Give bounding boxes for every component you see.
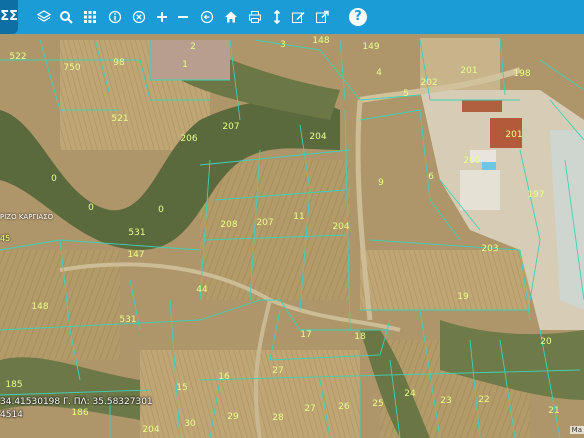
parcel-label: 21 [548,406,559,416]
parcel-label: 531 [119,315,136,325]
parcel-label: 28 [272,413,284,423]
parcel-label: 16 [218,372,230,382]
print-icon[interactable] [246,8,264,26]
parcel-label: 202 [420,78,437,88]
parcel-label: 207 [256,218,273,228]
parcel-label: 185 [5,380,22,390]
parcel-label: 521 [111,114,128,124]
parcel-label: 17 [300,330,311,340]
parcel-label: 203 [481,244,498,254]
parcel-label: 2 [190,42,196,52]
parcel-label: 5 [403,89,409,99]
parcel-label: 3 [280,40,286,50]
parcel-label: 23 [440,396,451,406]
parcel-label: 30 [184,419,196,429]
parcel-label: 0 [158,205,164,215]
brand-logo[interactable]: ΣΣ [0,0,18,34]
parcel-label: 201 [505,130,522,140]
parcel-label: 27 [272,366,283,376]
parcel-label: 18 [354,332,366,342]
parcel-label: 197 [527,190,544,200]
parcel-label: 27 [304,404,315,414]
parcel-label: 149 [362,42,379,52]
help-icon[interactable]: ? [349,8,367,26]
toolbar: ΣΣ ? [0,0,584,34]
parcel-label: 4 [376,68,382,78]
parcel-label: 204 [309,132,326,142]
parcel-label: 201 [460,66,477,76]
parcel-label: 44 [196,285,208,295]
coordinates-readout: 34.41530198 Γ. ΠΛ: 35.58327301 [0,397,153,407]
parcel-label: 206 [180,134,197,144]
info-icon[interactable] [106,8,124,26]
parcel-label: 11 [293,212,304,222]
parcel-label: 20 [540,337,552,347]
coordinates-readout-secondary: 4514 [0,410,23,420]
clear-icon[interactable] [130,8,148,26]
toponym-name: ΡΙΖΟ ΚΑΡΓΙΑΣΟ [0,213,54,221]
parcel-label: 207 [222,122,239,132]
parcel-label: 19 [457,292,469,302]
parcel-label: 0 [51,174,57,184]
parcel-label: 200 [463,156,480,166]
parcel-label: 98 [113,58,125,68]
map-attribution[interactable]: Ma [569,426,584,434]
home-icon[interactable] [222,8,240,26]
parcel-label: 29 [227,412,239,422]
parcel-label: 1 [182,60,188,70]
parcel-label: 24 [404,389,416,399]
parcel-label: 15 [176,383,187,393]
parcel-label: 148 [312,36,329,46]
parcel-label: 9 [378,178,384,188]
grid-icon[interactable] [81,8,99,26]
parcel-label: 531 [128,228,145,238]
parcel-label: 147 [127,250,144,260]
parcel-label: 522 [9,52,26,62]
parcel-label: 26 [338,402,350,412]
parcel-label: 25 [372,399,383,409]
parcel-label: 0 [88,203,94,213]
search-icon[interactable] [57,8,75,26]
back-icon[interactable] [198,8,216,26]
layers-icon[interactable] [35,8,53,26]
parcel-label: 204 [332,222,349,232]
parcel-label: 204 [142,425,159,435]
parcel-label: 22 [478,395,489,405]
zoom-in-icon[interactable] [153,8,171,26]
parcel-label: 148 [31,302,48,312]
parcel-label: 186 [71,408,88,418]
parcel-label: 208 [220,220,237,230]
parcel-label: 6 [428,172,434,182]
satellite-map[interactable]: 2 3 149 148 4 522 750 98 1 201 198 5 202… [0,0,584,438]
parcel-label: 750 [63,63,80,73]
toponym-label: ΡΙΖΟ ΚΑΡΓΙΑΣΟ [0,213,53,221]
toponym-parcel-number: 45 [0,234,11,243]
measure-icon[interactable] [268,8,286,26]
zoom-out-icon[interactable] [174,8,192,26]
parcel-label: 198 [513,69,530,79]
edit-icon[interactable] [289,8,307,26]
external-link-icon[interactable] [313,8,331,26]
